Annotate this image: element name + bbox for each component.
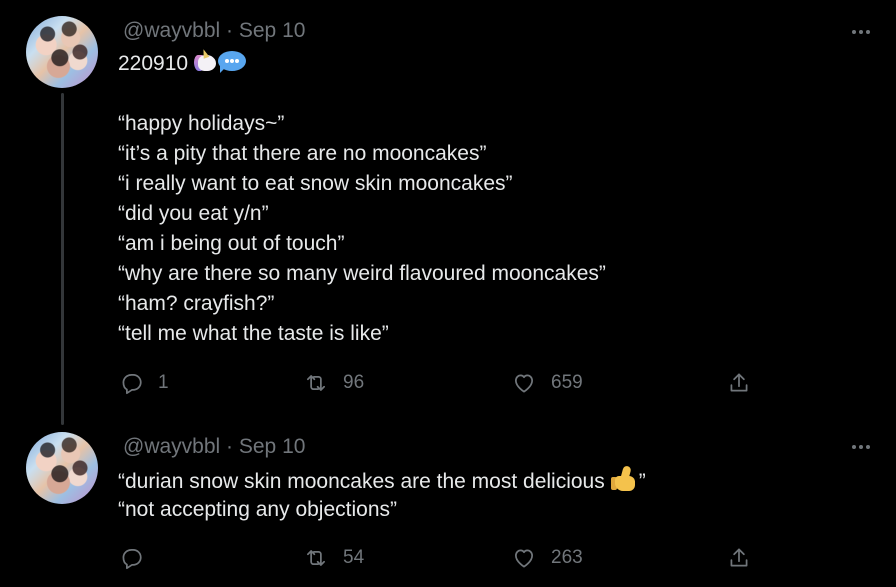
like-count: 263: [551, 547, 583, 568]
tweet-line: “durian snow skin mooncakes are the most…: [118, 465, 646, 495]
retweet-count: 54: [343, 547, 365, 568]
tweet-line: “why are there so many weird flavoured m…: [118, 262, 606, 285]
tweet-date[interactable]: Sep 10: [239, 19, 306, 42]
tweet-line: “tell me what the taste is like”: [118, 322, 389, 345]
tweet-line: “i really want to eat snow skin mooncake…: [118, 172, 513, 195]
user-handle[interactable]: @wayvbbl: [123, 19, 220, 42]
share-button[interactable]: [726, 368, 752, 398]
more-icon[interactable]: [848, 27, 874, 37]
tweet[interactable]: @wayvbbl · Sep 10 220910 “happy holidays…: [0, 0, 896, 425]
tweet-meta: @wayvbbl · Sep 10: [123, 19, 305, 43]
tweet-line: “not accepting any objections”: [118, 498, 397, 521]
share-button[interactable]: [726, 543, 752, 573]
reply-count: 1: [158, 372, 169, 393]
retweet-icon: [307, 375, 325, 391]
like-icon: [515, 374, 533, 393]
share-icon: [730, 548, 748, 567]
tweet-line: “it’s a pity that there are no mooncakes…: [118, 142, 487, 165]
tweet-line: “am i being out of touch”: [118, 232, 345, 255]
tweet-line: 220910: [118, 48, 606, 79]
user-handle[interactable]: @wayvbbl: [123, 435, 220, 458]
tweet-meta: @wayvbbl · Sep 10: [123, 435, 305, 459]
thumbs-up-emoji: [610, 465, 639, 493]
tweet-text: 220910 “happy holidays~” “it’s a pity th…: [118, 48, 606, 349]
tweet-actions: 54 263: [0, 543, 896, 573]
reply-button[interactable]: 1: [118, 368, 169, 398]
avatar[interactable]: [26, 432, 98, 504]
tweet-text: “durian snow skin mooncakes are the most…: [118, 465, 646, 525]
reply-icon: [122, 374, 142, 395]
unicorn-emoji: [194, 48, 220, 73]
retweet-button[interactable]: 54: [303, 543, 364, 573]
share-icon: [730, 373, 748, 392]
meta-separator: ·: [226, 435, 234, 458]
like-button[interactable]: 659: [511, 368, 583, 398]
reply-button[interactable]: [118, 543, 158, 573]
avatar[interactable]: [26, 16, 98, 88]
tweet-actions: 1 96 659: [0, 368, 896, 398]
retweet-count: 96: [343, 372, 365, 393]
retweet-button[interactable]: 96: [303, 368, 364, 398]
like-count: 659: [551, 372, 583, 393]
meta-separator: ·: [226, 19, 234, 42]
tweet-line: “happy holidays~”: [118, 112, 285, 135]
tweet[interactable]: @wayvbbl · Sep 10 “durian snow skin moon…: [0, 420, 896, 587]
speech-bubble-emoji: [218, 49, 247, 73]
tweet-line: “did you eat y/n”: [118, 202, 269, 225]
like-button[interactable]: 263: [511, 543, 583, 573]
more-icon[interactable]: [848, 442, 874, 452]
reply-icon: [122, 549, 142, 570]
like-icon: [515, 549, 533, 568]
tweet-line: “ham? crayfish?”: [118, 292, 275, 315]
retweet-icon: [307, 550, 325, 566]
tweet-date[interactable]: Sep 10: [239, 435, 306, 458]
